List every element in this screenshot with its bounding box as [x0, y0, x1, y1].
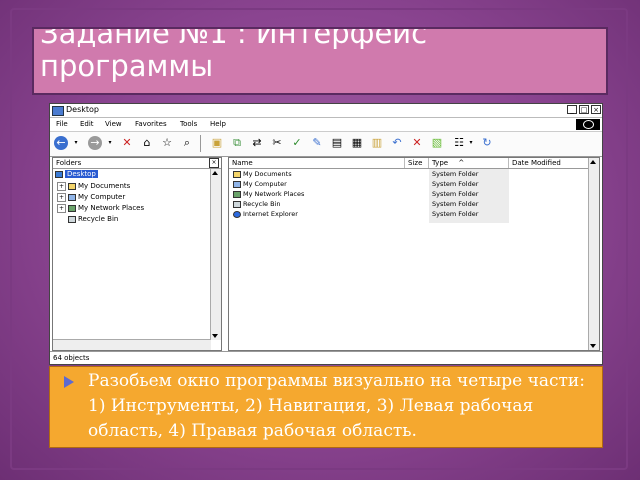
menu-favorites[interactable]: Favorites [135, 120, 167, 128]
brush-icon[interactable]: ✎ [310, 136, 324, 150]
folder-app-icon [52, 106, 64, 116]
file-name: My Network Places [243, 190, 305, 198]
expand-icon[interactable]: + [57, 181, 66, 191]
move-icon[interactable]: ⇄ [250, 136, 264, 150]
check-icon[interactable]: ✓ [290, 136, 304, 150]
back-icon[interactable]: ← [54, 136, 68, 150]
folders-vertical-scrollbar[interactable] [210, 169, 221, 340]
documents-icon [68, 182, 76, 190]
file-type: System Folder [432, 180, 479, 188]
tree-item-label: My Documents [78, 182, 131, 190]
maximize-button[interactable]: □ [579, 105, 589, 114]
computer-icon [233, 180, 241, 188]
undo-icon[interactable]: ↶ [390, 136, 404, 150]
up-folder-icon[interactable]: ▣ [210, 136, 224, 150]
tree-item-label: Recycle Bin [78, 215, 119, 223]
close-window-button[interactable]: × [591, 105, 601, 114]
file-type: System Folder [432, 200, 479, 208]
close-pane-icon[interactable]: × [209, 158, 219, 168]
file-name: My Computer [243, 180, 287, 188]
window-title: Desktop [66, 105, 99, 114]
tree-item-recycle-bin[interactable]: Recycle Bin [68, 214, 118, 224]
folders-header: Folders × [53, 158, 221, 169]
paste-icon[interactable]: ▤ [330, 136, 344, 150]
delete-icon[interactable]: ✕ [410, 136, 424, 150]
expand-icon[interactable]: + [57, 192, 66, 202]
column-type[interactable]: Type ^ [429, 158, 509, 168]
column-name[interactable]: Name [229, 158, 405, 168]
tree-item-label: My Network Places [78, 204, 145, 212]
folders-icon[interactable]: ▥ [370, 136, 384, 150]
sort-ascending-icon: ^ [458, 159, 465, 167]
bullet-text: Разобьем окно программы визуально на чет… [88, 371, 585, 441]
cut-icon[interactable]: ✂ [270, 136, 284, 150]
file-name: My Documents [243, 170, 292, 178]
menu-tools[interactable]: Tools [180, 120, 197, 128]
file-list-pane: Name Size Type ^ Date Modified My Docume… [228, 157, 600, 351]
file-name: Internet Explorer [243, 210, 298, 218]
search-icon[interactable]: ⌕ [180, 136, 194, 150]
explorer-window: Desktop _ □ × File Edit View Favorites T… [49, 103, 603, 365]
view-icon[interactable]: ▧ [430, 136, 444, 150]
status-text: 64 objects [53, 354, 90, 362]
file-name: Recycle Bin [243, 200, 281, 208]
bullet-arrow-icon [64, 376, 74, 388]
home-icon[interactable]: ⌂ [140, 136, 154, 150]
tree-item-my-documents[interactable]: + My Documents [57, 181, 130, 191]
views-dropdown-icon[interactable]: ▾ [464, 136, 478, 150]
refresh-icon[interactable]: ↻ [480, 136, 494, 150]
column-size[interactable]: Size [405, 158, 429, 168]
tree-item-label: Desktop [65, 170, 98, 178]
toolbar: ← ▾ → ▾ ✕ ⌂ ☆ ⌕ ▣ ⧉ ⇄ ✂ ✓ ✎ ▤ ▦ ▥ ↶ ✕ ▧ … [50, 132, 602, 157]
folders-horizontal-scrollbar[interactable] [53, 339, 211, 350]
scroll-up-icon[interactable] [212, 171, 218, 175]
windows-logo-icon [576, 119, 600, 130]
scroll-up-icon[interactable] [590, 160, 596, 164]
column-type-label: Type [432, 159, 449, 167]
scroll-down-icon[interactable] [212, 334, 218, 338]
file-type: System Folder [432, 210, 479, 218]
file-type: System Folder [432, 190, 479, 198]
forward-dropdown-icon[interactable]: ▾ [103, 136, 117, 150]
properties-icon[interactable]: ▦ [350, 136, 364, 150]
folders-header-label: Folders [56, 159, 82, 167]
ie-icon [233, 210, 241, 218]
menu-bar: File Edit View Favorites Tools Help [50, 118, 602, 132]
forward-icon[interactable]: → [88, 136, 102, 150]
file-list-vertical-scrollbar[interactable] [588, 158, 599, 350]
scroll-down-icon[interactable] [590, 344, 596, 348]
slide-title: Задание №1 : Интерфейс программы [32, 27, 608, 95]
menu-file[interactable]: File [56, 120, 68, 128]
column-headers: Name Size Type ^ Date Modified [229, 158, 591, 169]
status-bar: 64 objects [50, 351, 602, 364]
tree-item-label: My Computer [78, 193, 126, 201]
back-dropdown-icon[interactable]: ▾ [69, 136, 83, 150]
favorites-icon[interactable]: ☆ [160, 136, 174, 150]
menu-view[interactable]: View [105, 120, 122, 128]
file-type: System Folder [432, 170, 479, 178]
menu-help[interactable]: Help [210, 120, 226, 128]
desktop-icon [55, 170, 63, 178]
tree-item-desktop[interactable]: Desktop [55, 169, 98, 179]
network-icon [233, 190, 241, 198]
folders-pane: Folders × Desktop + My Documents + My Comp… [52, 157, 222, 351]
expand-icon[interactable]: + [57, 203, 66, 213]
recycle-bin-icon [68, 215, 76, 223]
menu-edit[interactable]: Edit [80, 120, 94, 128]
computer-icon [68, 193, 76, 201]
copy-icon[interactable]: ⧉ [230, 136, 244, 150]
recycle-bin-icon [233, 200, 241, 208]
slide-title-text: Задание №1 : Интерфейс программы [40, 27, 428, 83]
title-bar[interactable]: Desktop _ □ × [50, 104, 602, 118]
documents-icon [233, 170, 241, 178]
tree-item-my-computer[interactable]: + My Computer [57, 192, 125, 202]
tree-item-my-network-places[interactable]: + My Network Places [57, 203, 144, 213]
network-icon [68, 204, 76, 212]
bullet-box: Разобьем окно программы визуально на чет… [49, 366, 603, 448]
minimize-button[interactable]: _ [567, 105, 577, 114]
column-date-modified[interactable]: Date Modified [509, 158, 591, 168]
stop-icon[interactable]: ✕ [120, 136, 134, 150]
